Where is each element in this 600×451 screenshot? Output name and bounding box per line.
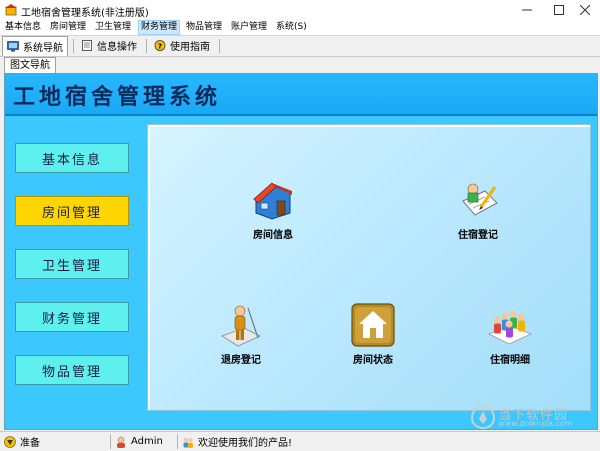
close-icon [580, 5, 590, 15]
status-welcome-text: 欢迎使用我们的产品! [198, 438, 293, 449]
tab-info-operation[interactable]: 信息操作 [77, 37, 141, 54]
watermark: 当下软件园 www.downxia.com [468, 404, 596, 430]
house-icon [253, 182, 292, 220]
toolbar-divider [146, 39, 147, 53]
tab-graphic-navigation[interactable]: 图文导航 [4, 57, 56, 73]
tab-label: 使用指南 [170, 42, 210, 53]
function-label: 退房登记 [221, 355, 261, 366]
document-icon [82, 40, 92, 51]
tab-label: 系统导航 [23, 43, 63, 54]
accommodation-details-function[interactable]: 住宿明细 [470, 302, 550, 366]
function-label: 住宿登记 [458, 230, 498, 241]
toolbar: 系统导航 信息操作 ? 使用指南 [0, 36, 600, 57]
menu-system[interactable]: 系统(S) [274, 21, 309, 34]
minimize-button[interactable] [510, 0, 544, 20]
toolbar-divider [73, 39, 74, 53]
tab-user-guide[interactable]: ? 使用指南 [150, 37, 214, 54]
subtab-strip: 图文导航 [0, 57, 600, 73]
menu-item-management[interactable]: 物品管理 [184, 21, 224, 34]
monitor-icon [7, 41, 19, 52]
person-checkout-icon [221, 305, 261, 347]
register-document-icon [462, 183, 498, 216]
function-label: 房间状态 [353, 355, 393, 366]
menu-hygiene-management[interactable]: 卫生管理 [93, 21, 133, 34]
ready-icon [4, 435, 16, 448]
status-username: Admin [131, 436, 163, 447]
function-label: 住宿明细 [490, 355, 530, 366]
menu-account-management[interactable]: 账户管理 [229, 21, 269, 34]
users-group-icon [183, 437, 193, 448]
svg-text:?: ? [158, 41, 162, 50]
room-info-function[interactable]: 房间信息 [233, 177, 313, 241]
app-heading: 工地宿舍管理系统 [13, 85, 222, 110]
home-status-icon [351, 303, 395, 347]
help-icon: ? [154, 40, 166, 51]
user-icon [117, 436, 125, 448]
main-panel: 工地宿舍管理系统 基本信息 房间管理 卫生管理 财务管理 物品管理 房间信息 住… [4, 73, 598, 430]
status-bar: 准备 Admin 欢迎使用我们的产品! [0, 431, 600, 451]
maximize-icon [554, 5, 564, 15]
menu-room-management[interactable]: 房间管理 [48, 21, 88, 34]
nav-finance-management-button[interactable]: 财务管理 [15, 302, 129, 332]
title-bar: 工地宿舍管理系统(非注册版) [0, 0, 600, 21]
menu-bar: 基本信息 房间管理 卫生管理 财务管理 物品管理 账户管理 系统(S) [0, 20, 600, 36]
app-icon [5, 4, 17, 16]
navigation-content: 房间信息 住宿登记 退房登记 房间状态 住宿明细 [147, 124, 591, 411]
minimize-icon [522, 9, 532, 11]
menu-basic-info[interactable]: 基本信息 [3, 21, 43, 34]
status-message: 欢迎使用我们的产品! [182, 433, 292, 450]
header-banner: 工地宿舍管理系统 [5, 74, 597, 116]
window-title: 工地宿舍管理系统(非注册版) [21, 8, 149, 19]
nav-hygiene-management-button[interactable]: 卫生管理 [15, 249, 129, 279]
status-ready-text: 准备 [20, 438, 40, 449]
close-button[interactable] [570, 0, 600, 20]
tab-label: 信息操作 [97, 42, 137, 53]
room-status-function[interactable]: 房间状态 [333, 302, 413, 366]
status-divider [110, 434, 111, 449]
function-label: 房间信息 [253, 230, 293, 241]
menu-finance-management[interactable]: 财务管理 [138, 20, 181, 35]
nav-item-management-button[interactable]: 物品管理 [15, 355, 129, 385]
watermark-url: www.downxia.com [498, 419, 573, 428]
status-ready: 准备 [4, 433, 40, 450]
check-out-registration-function[interactable]: 退房登记 [201, 302, 281, 366]
check-in-registration-function[interactable]: 住宿登记 [438, 177, 518, 241]
nav-room-management-button[interactable]: 房间管理 [15, 196, 129, 226]
toolbar-divider [219, 39, 220, 53]
group-people-icon [487, 310, 533, 345]
tab-system-navigation[interactable]: 系统导航 [2, 36, 68, 56]
status-divider [177, 434, 178, 449]
status-user: Admin [115, 433, 163, 450]
nav-basic-info-button[interactable]: 基本信息 [15, 143, 129, 173]
watermark-logo-icon [470, 404, 496, 430]
